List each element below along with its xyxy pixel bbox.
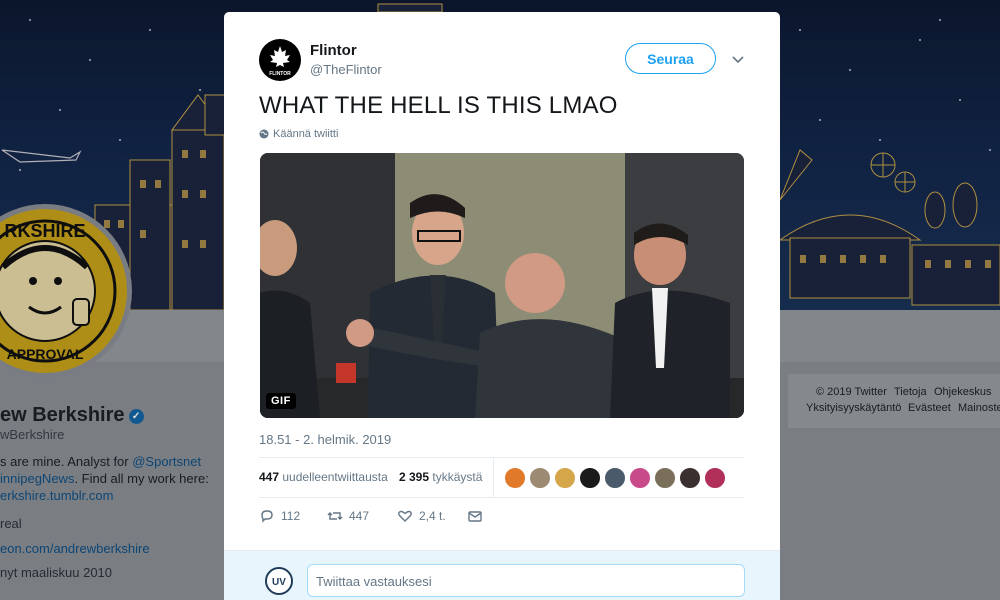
tweet-author-handle[interactable]: @TheFlintor xyxy=(310,62,382,77)
avatar-wordmark: FLINTOR xyxy=(269,71,291,77)
reply-count: 112 xyxy=(281,509,301,523)
profile-name: ew Berkshire ✓ xyxy=(0,404,144,427)
maple-leaf-icon: FLINTOR xyxy=(260,40,300,80)
site-footer: © 2019 Twitter Tietoja Ohjekeskus Yksity… xyxy=(788,374,1000,428)
retweet-count: 447 xyxy=(349,509,370,523)
reply-icon xyxy=(261,510,273,523)
tweet-author-name[interactable]: Flintor xyxy=(310,42,357,59)
liker-avatar[interactable] xyxy=(704,467,726,489)
profile-avatar-image: RKSHIRE APPROVAL xyxy=(0,219,117,363)
airplane-icon xyxy=(1,149,82,163)
user-avatar-image: UV xyxy=(267,569,291,593)
retweet-action[interactable]: 447 xyxy=(327,508,369,524)
profile-bio-line-1: s are mine. Analyst for @Sportsnet xyxy=(0,454,202,469)
chevron-down-icon[interactable] xyxy=(731,53,745,67)
translate-tweet-link[interactable]: Käännä twiitti xyxy=(259,128,338,140)
profile-joined: nyt maaliskuu 2010 xyxy=(0,565,113,580)
liker-avatar[interactable] xyxy=(504,467,526,489)
liker-avatar[interactable] xyxy=(629,467,651,489)
liker-avatar[interactable] xyxy=(579,467,601,489)
profile-bio-line-2: innipegNews. Find all my work here: xyxy=(0,471,209,486)
footer-link-help[interactable]: Ohjekeskus xyxy=(934,386,991,398)
gif-badge: GIF xyxy=(266,393,296,409)
bio-link-tumblr[interactable]: erkshire.tumblr.com xyxy=(0,488,113,503)
bio-link-winnipegnews[interactable]: innipegNews xyxy=(0,471,74,486)
heart-icon xyxy=(398,510,412,522)
retweet-icon xyxy=(327,512,343,520)
globe-icon xyxy=(259,129,269,139)
user-avatar-initials: UV xyxy=(272,577,286,588)
footer-copyright: © 2019 Twitter xyxy=(816,386,887,398)
like-count: 2,4 t. xyxy=(419,509,446,523)
footer-link-cookies[interactable]: Evästeet xyxy=(908,402,951,414)
profile-handle: wBerkshire xyxy=(0,427,65,442)
tweet-stats: 447 uudelleentwiittausta 2 395 tykkäystä xyxy=(259,457,744,498)
envelope-icon xyxy=(468,511,482,522)
likes-stat[interactable]: 2 395 tykkäystä xyxy=(399,470,482,484)
tweet-media-gif[interactable]: GIF xyxy=(260,153,744,418)
bio-link-sportsnet[interactable]: @Sportsnet xyxy=(132,454,201,469)
liker-avatar[interactable] xyxy=(554,467,576,489)
reply-composer: UV Twiittaa vastauksesi xyxy=(224,550,780,600)
retweets-stat[interactable]: 447 uudelleentwiittausta xyxy=(259,470,388,484)
footer-link-about[interactable]: Tietoja xyxy=(894,386,927,398)
footer-link-ads[interactable]: Mainoste xyxy=(958,402,1000,414)
footer-link-privacy[interactable]: Yksityisyyskäytäntö xyxy=(806,402,901,414)
liker-avatar[interactable] xyxy=(654,467,676,489)
gif-frame-image xyxy=(260,153,744,418)
tweet-actions: 112 447 2,4 t. xyxy=(259,508,559,528)
tweet-timestamp[interactable]: 18.51 - 2. helmik. 2019 xyxy=(259,432,391,447)
reply-action[interactable]: 112 xyxy=(259,508,300,524)
profile-location: real xyxy=(0,516,22,531)
follow-button[interactable]: Seuraa xyxy=(625,43,716,74)
liker-avatar[interactable] xyxy=(679,467,701,489)
like-action[interactable]: 2,4 t. xyxy=(397,508,446,524)
reply-input[interactable]: Twiittaa vastauksesi xyxy=(307,564,745,597)
translate-label: Käännä twiitti xyxy=(273,128,339,140)
tweet-text: WHAT THE HELL IS THIS LMAO xyxy=(259,92,618,119)
liker-avatar[interactable] xyxy=(529,467,551,489)
direct-message-action[interactable] xyxy=(467,508,483,524)
profile-website[interactable]: eon.com/andrewberkshire xyxy=(0,541,150,556)
current-user-avatar[interactable]: UV xyxy=(265,567,293,595)
avatar-bottom-text: APPROVAL xyxy=(7,346,84,362)
liker-avatar[interactable] xyxy=(604,467,626,489)
avatar-top-text: RKSHIRE xyxy=(4,221,85,241)
tweet-modal: FLINTOR Flintor @TheFlintor Seuraa WHAT … xyxy=(224,12,780,600)
stats-divider xyxy=(493,458,494,498)
verified-badge-icon: ✓ xyxy=(128,409,144,424)
tweet-author-avatar[interactable]: FLINTOR xyxy=(259,39,301,81)
